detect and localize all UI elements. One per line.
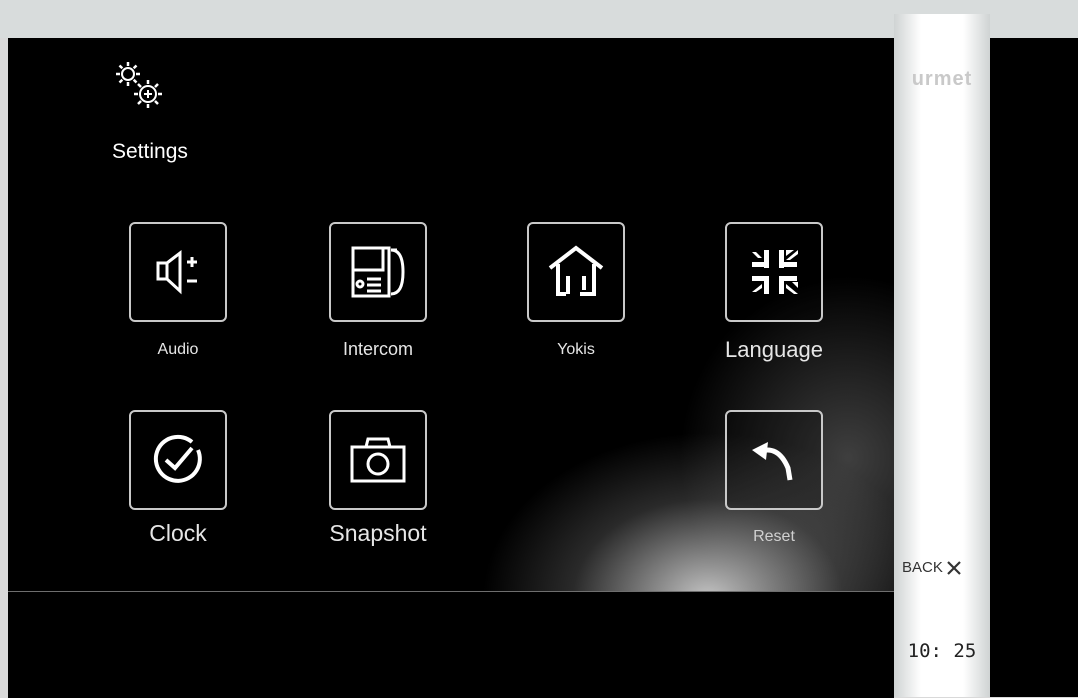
reset-button[interactable] bbox=[725, 410, 823, 510]
brand-logo: urmet bbox=[911, 68, 973, 90]
reset-label: Reset bbox=[753, 528, 795, 545]
snapshot-button[interactable] bbox=[329, 410, 427, 510]
close-x-icon bbox=[946, 560, 962, 576]
intercom-button[interactable] bbox=[329, 222, 427, 322]
back-button[interactable]: BACK bbox=[902, 559, 962, 576]
yokis-label: Yokis bbox=[557, 341, 595, 358]
yokis-button[interactable] bbox=[527, 222, 625, 322]
time-readout: 10: 25 bbox=[907, 640, 977, 662]
snapshot-label: Snapshot bbox=[329, 520, 427, 546]
language-button[interactable] bbox=[725, 222, 823, 322]
speaker-volume-icon bbox=[150, 247, 206, 297]
camera-icon bbox=[346, 433, 410, 487]
back-label: BACK bbox=[902, 559, 943, 576]
clock-label: Clock bbox=[149, 520, 207, 546]
intercom-label: Intercom bbox=[342, 339, 414, 359]
right-bezel bbox=[990, 38, 1078, 697]
bottom-bar bbox=[8, 591, 894, 698]
clock-button[interactable] bbox=[129, 410, 227, 510]
intercom-handset-icon bbox=[347, 242, 409, 302]
undo-arrow-icon bbox=[744, 430, 804, 490]
language-label: Language bbox=[725, 337, 823, 362]
audio-button[interactable] bbox=[129, 222, 227, 322]
gears-icon bbox=[112, 56, 172, 125]
page-title: Settings bbox=[112, 140, 188, 163]
union-flag-icon bbox=[742, 242, 806, 302]
clock-check-icon bbox=[148, 430, 208, 490]
audio-label: Audio bbox=[157, 341, 199, 358]
side-panel: urmet BACK 10: 25 bbox=[894, 14, 990, 697]
device-screen: Settings Audio Intercom Yokis Language C… bbox=[0, 0, 1078, 698]
home-icon bbox=[544, 242, 608, 302]
